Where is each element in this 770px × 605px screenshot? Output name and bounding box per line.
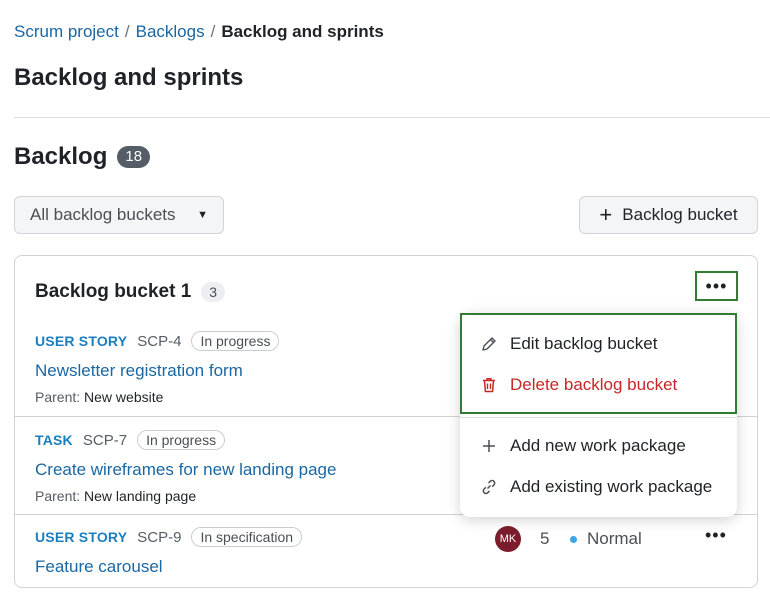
- plus-icon: +: [599, 202, 613, 227]
- menu-item-label: Add new work package: [510, 436, 686, 455]
- menu-item-label: Edit backlog bucket: [510, 334, 658, 353]
- work-package-type: USER STORY: [35, 333, 128, 349]
- menu-item-label: Delete backlog bucket: [510, 375, 678, 394]
- priority-label: Normal: [587, 529, 642, 548]
- pencil-icon: [482, 337, 496, 351]
- plus-icon: [483, 440, 495, 452]
- parent-label: Parent:: [35, 488, 81, 504]
- work-package-id[interactable]: SCP-9: [137, 529, 181, 546]
- add-backlog-bucket-button[interactable]: + Backlog bucket: [579, 196, 758, 234]
- work-package-meta: USER STORY SCP-9 In specification: [35, 527, 757, 547]
- caret-down-icon: ▼: [197, 209, 208, 221]
- backlog-section-header: Backlog 18: [14, 143, 151, 171]
- work-package-status-badge[interactable]: In progress: [137, 430, 226, 450]
- breadcrumb-separator: /: [124, 22, 130, 41]
- priority-dot-icon: [570, 535, 577, 543]
- trash-icon: [483, 378, 495, 393]
- bucket-more-actions-button[interactable]: •••: [695, 271, 738, 301]
- breadcrumb-current: Backlog and sprints: [221, 22, 384, 41]
- breadcrumb-link-scrum-project[interactable]: Scrum project: [14, 22, 119, 42]
- work-package-status-badge[interactable]: In specification: [191, 527, 303, 547]
- breadcrumb-link-backlogs[interactable]: Backlogs: [136, 22, 205, 42]
- work-package-id[interactable]: SCP-7: [83, 432, 127, 449]
- bucket-header: Backlog bucket 1 3: [35, 281, 226, 303]
- row-more-actions-icon[interactable]: •••: [705, 525, 727, 546]
- menu-item-label: Add existing work package: [510, 477, 713, 496]
- story-points[interactable]: 5: [540, 529, 549, 549]
- menu-item-add-new-work-package[interactable]: Add new work package: [480, 436, 686, 456]
- menu-divider: [460, 417, 737, 418]
- work-package-subject-link[interactable]: Feature carousel: [35, 557, 757, 577]
- work-package-type: TASK: [35, 432, 73, 448]
- bucket-actions-menu: Edit backlog bucket Delete backlog bucke…: [460, 313, 737, 517]
- backlog-bucket-filter-dropdown[interactable]: All backlog buckets ▼: [14, 196, 224, 234]
- bucket-title: Backlog bucket 1: [35, 281, 192, 302]
- backlog-count-badge: 18: [117, 146, 151, 168]
- work-package-id[interactable]: SCP-4: [137, 333, 181, 350]
- work-package-status-badge[interactable]: In progress: [191, 331, 280, 351]
- breadcrumb-separator: /: [210, 22, 216, 41]
- priority[interactable]: Normal: [570, 529, 642, 549]
- menu-item-delete-backlog-bucket[interactable]: Delete backlog bucket: [480, 375, 677, 395]
- parent-value[interactable]: New landing page: [84, 488, 196, 504]
- assignee-avatar[interactable]: MK: [495, 526, 521, 552]
- add-backlog-bucket-label: Backlog bucket: [622, 205, 738, 224]
- more-horizontal-icon: •••: [705, 275, 728, 296]
- backlog-title: Backlog: [14, 143, 108, 170]
- header-divider: [14, 117, 770, 118]
- page-title: Backlog and sprints: [14, 64, 244, 91]
- link-icon: [482, 479, 496, 495]
- parent-label: Parent:: [35, 389, 81, 405]
- work-package-type: USER STORY: [35, 529, 128, 545]
- work-package-row[interactable]: USER STORY SCP-9 In specification Featur…: [15, 515, 757, 587]
- filter-label: All backlog buckets: [30, 205, 176, 224]
- parent-value[interactable]: New website: [84, 389, 163, 405]
- bucket-count-badge: 3: [201, 282, 226, 302]
- menu-item-edit-backlog-bucket[interactable]: Edit backlog bucket: [480, 334, 657, 354]
- menu-highlight-box: [460, 313, 737, 414]
- breadcrumb: Scrum project / Backlogs / Backlog and s…: [14, 22, 384, 42]
- menu-item-add-existing-work-package[interactable]: Add existing work package: [480, 477, 712, 497]
